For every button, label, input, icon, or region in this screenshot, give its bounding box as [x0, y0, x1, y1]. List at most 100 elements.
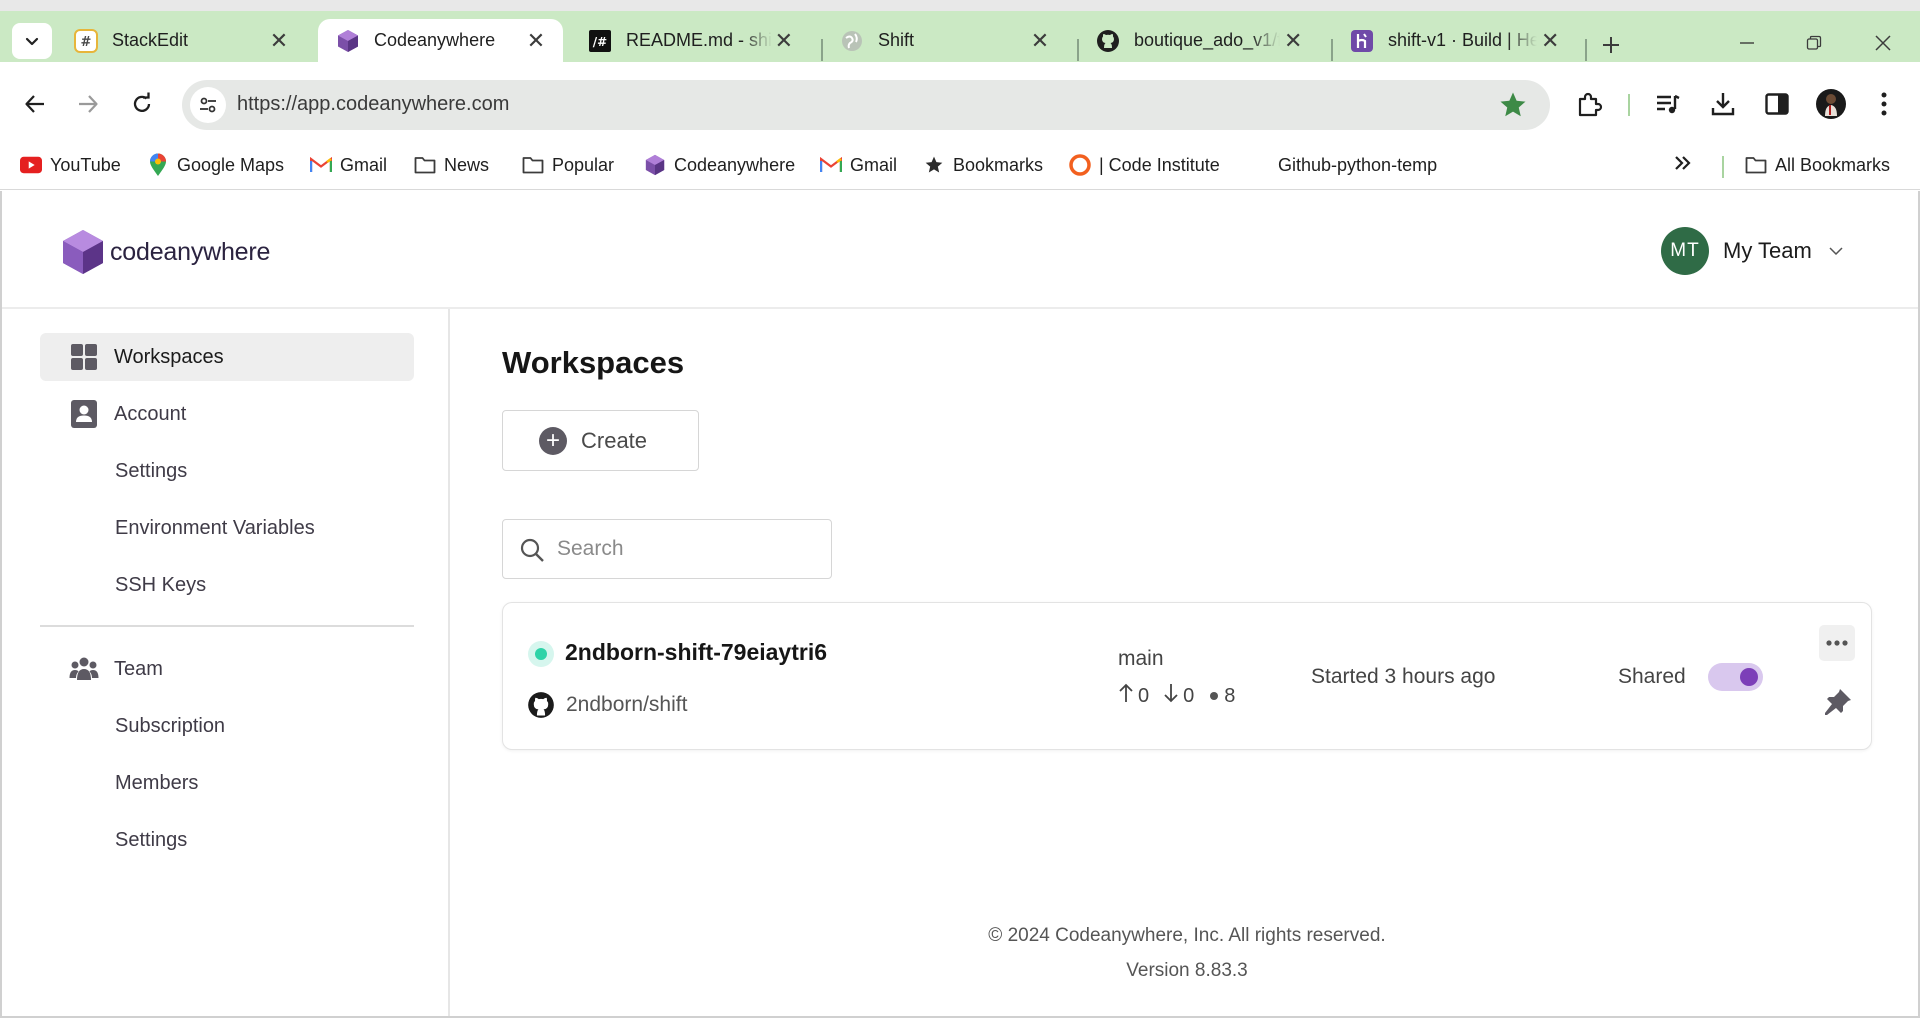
stackedit-dark-icon: /#	[588, 29, 612, 53]
tab-title: Codeanywhere	[374, 30, 496, 50]
new-tab-button[interactable]	[1595, 29, 1627, 61]
back-button[interactable]	[15, 84, 55, 124]
bookmarks-bar: YouTube Google Maps Gmail News Popular C…	[0, 142, 1920, 190]
close-icon[interactable]: ✕	[772, 28, 796, 54]
team-avatar: MT	[1661, 227, 1709, 275]
arrow-left-icon	[25, 95, 44, 113]
media-controls-button[interactable]	[1650, 86, 1686, 122]
codeanywhere-logo[interactable]: codeanywhere	[62, 229, 270, 275]
bookmark-gmail-2[interactable]: Gmail	[820, 148, 897, 182]
sidebar-divider	[40, 625, 414, 627]
sidebar-item-label: Subscription	[115, 714, 226, 737]
account-icon	[69, 399, 99, 429]
search-input[interactable]	[557, 534, 817, 564]
minimize-button[interactable]	[1725, 25, 1769, 61]
close-window-button[interactable]	[1861, 25, 1905, 61]
bookmark-star-icon[interactable]	[1498, 90, 1528, 120]
shared-toggle[interactable]	[1708, 663, 1763, 691]
close-icon[interactable]: ✕	[523, 28, 549, 54]
pin-icon[interactable]	[1823, 687, 1853, 717]
tab-codeanywhere[interactable]: Codeanywhere ✕	[318, 19, 563, 62]
app-header: codeanywhere MT My Team	[2, 191, 1918, 309]
bookmark-youtube[interactable]: YouTube	[20, 148, 121, 182]
sidebar-item-workspaces[interactable]: Workspaces	[40, 333, 414, 381]
tab-stackedit[interactable]: # StackEdit ✕	[56, 19, 306, 62]
youtube-icon	[20, 154, 42, 176]
address-bar[interactable]: https://app.codeanywhere.com	[182, 80, 1550, 130]
side-panel-button[interactable]	[1759, 86, 1795, 122]
gmail-icon	[310, 154, 332, 176]
download-icon	[1711, 93, 1735, 116]
close-icon[interactable]: ✕	[266, 28, 292, 54]
bookmark-folder-news[interactable]: News	[414, 148, 489, 182]
sidebar-item-ssh-keys[interactable]: SSH Keys	[40, 561, 414, 609]
codeanywhere-cube-icon	[63, 230, 103, 274]
more-horizontal-icon	[1826, 640, 1848, 646]
close-icon	[1875, 35, 1891, 51]
tune-icon	[200, 97, 216, 113]
sidebar-item-members[interactable]: Members	[40, 759, 414, 807]
bookmark-gmail[interactable]: Gmail	[310, 148, 387, 182]
shared-label: Shared	[1618, 665, 1686, 688]
browser-menu-button[interactable]	[1866, 86, 1902, 122]
profile-avatar[interactable]	[1813, 86, 1849, 122]
plus-circle-icon: +	[539, 426, 567, 455]
workspace-repo[interactable]: 2ndborn/shift	[527, 691, 687, 719]
sidebar-item-account-settings[interactable]: Settings	[40, 447, 414, 495]
site-info-button[interactable]	[190, 87, 226, 123]
bookmarks-overflow-button[interactable]	[1674, 148, 1692, 182]
arrow-up-icon	[1118, 683, 1134, 709]
folder-icon	[1745, 154, 1767, 176]
extensions-button[interactable]	[1571, 86, 1607, 122]
downloads-button[interactable]	[1705, 86, 1741, 122]
bookmark-codeanywhere[interactable]: Codeanywhere	[644, 148, 795, 182]
sidebar-item-team[interactable]: Team	[40, 645, 414, 693]
svg-text:/#: /#	[593, 35, 607, 49]
tab-title: README.md - shift	[626, 30, 772, 50]
close-icon[interactable]: ✕	[1537, 28, 1563, 54]
sidebar-item-subscription[interactable]: Subscription	[40, 702, 414, 750]
code-institute-icon	[1069, 154, 1091, 176]
codeanywhere-icon	[644, 154, 666, 176]
bookmark-folder-popular[interactable]: Popular	[522, 148, 614, 182]
sidebar-item-environment-variables[interactable]: Environment Variables	[40, 504, 414, 552]
tab-bar: # StackEdit ✕ Codeanywhere ✕ /# README.m…	[0, 11, 1920, 62]
sidebar-item-label: Environment Variables	[115, 516, 315, 539]
sidebar-item-label: Settings	[115, 459, 188, 482]
sidebar-item-label: SSH Keys	[115, 573, 207, 596]
tab-boutique-ado[interactable]: boutique_ado_v1/f ✕	[1078, 19, 1320, 62]
bookmark-code-institute[interactable]: | Code Institute	[1069, 148, 1220, 182]
workspace-card[interactable]: 2ndborn-shift-79eiaytri6 2ndborn/shift m…	[502, 602, 1872, 750]
workspace-menu-button[interactable]	[1819, 625, 1855, 661]
sidebar-item-team-settings[interactable]: Settings	[40, 816, 414, 864]
folder-icon	[414, 154, 436, 176]
profile-avatar-icon	[1816, 89, 1846, 119]
close-icon[interactable]: ✕	[1027, 28, 1053, 54]
tab-separator	[1585, 39, 1587, 61]
status-dot	[535, 648, 547, 660]
bookmark-github-python-temp[interactable]: Github-python-temp	[1278, 148, 1437, 182]
search-field[interactable]	[502, 519, 832, 579]
sidebar-item-account[interactable]: Account	[40, 390, 414, 438]
url-text[interactable]: https://app.codeanywhere.com	[237, 93, 509, 116]
close-icon[interactable]: ✕	[1280, 28, 1306, 54]
tab-search-button[interactable]	[12, 23, 52, 59]
forward-button[interactable]	[68, 84, 108, 124]
tab-readme[interactable]: /# README.md - shift ✕	[570, 19, 810, 62]
heroku-icon	[1350, 29, 1374, 53]
team-switcher[interactable]: MT My Team	[1661, 227, 1844, 275]
bookmark-google-maps[interactable]: Google Maps	[147, 148, 284, 182]
window-top-strip	[0, 0, 1920, 11]
tab-shift[interactable]: Shift ✕	[822, 19, 1067, 62]
restore-button[interactable]	[1792, 25, 1836, 61]
create-workspace-button[interactable]: + Create	[502, 410, 699, 471]
all-bookmarks-folder[interactable]: All Bookmarks	[1745, 148, 1890, 182]
workspace-name[interactable]: 2ndborn-shift-79eiaytri6	[565, 639, 827, 666]
reload-button[interactable]	[122, 84, 162, 124]
team-icon	[69, 654, 99, 684]
bookmark-bookmarks[interactable]: Bookmarks	[923, 148, 1043, 182]
tab-heroku-build[interactable]: shift-v1 · Build | He ✕	[1332, 19, 1577, 62]
maps-pin-icon	[147, 153, 169, 176]
page-title: Workspaces	[502, 345, 685, 380]
commits-behind: 0	[1183, 684, 1195, 707]
